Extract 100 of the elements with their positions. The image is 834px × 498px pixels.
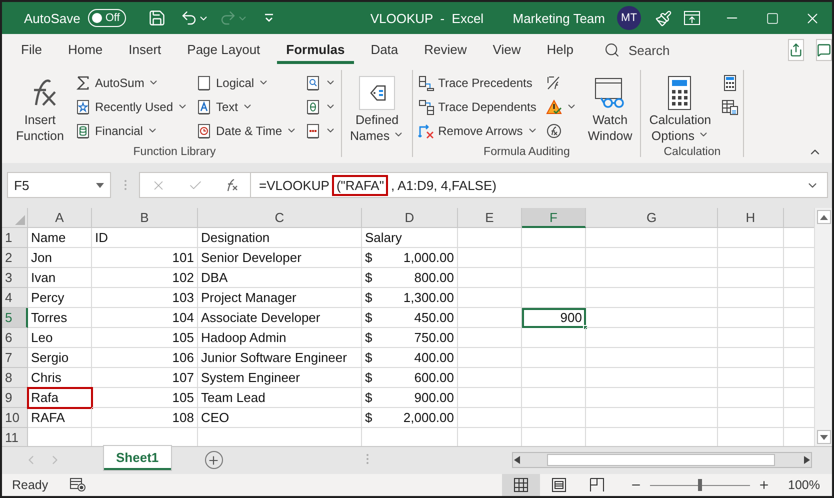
save-icon[interactable] xyxy=(148,9,166,27)
empty-cell xyxy=(718,288,784,308)
customize-icon[interactable] xyxy=(264,13,274,23)
ribbon-tab[interactable]: Home xyxy=(58,36,112,64)
clock-book-icon[interactable] xyxy=(196,122,212,138)
table-cell: CEO xyxy=(198,408,362,428)
remove-arrows-icon[interactable] xyxy=(418,122,434,138)
ribbon-button[interactable]: Calculation Options xyxy=(646,72,714,146)
row-header[interactable]: 2 xyxy=(2,248,28,268)
row-header[interactable]: 3 xyxy=(2,268,28,288)
view-button[interactable] xyxy=(502,474,540,496)
row-header[interactable]: 9 xyxy=(2,388,28,408)
ribbon-button[interactable]: Defined Names xyxy=(347,72,408,146)
letter-book-icon[interactable] xyxy=(196,98,212,114)
table-cell: $ 900.00 xyxy=(362,388,458,408)
ribbon-button[interactable]: Financial xyxy=(74,120,188,141)
empty-cell xyxy=(458,268,522,288)
formula-field[interactable]: =VLOOKUP ("RAFA" , A1:D9, 4,FALSE) xyxy=(251,172,828,198)
column-header[interactable]: B xyxy=(92,208,198,228)
ribbon-button[interactable]: Text xyxy=(196,96,298,117)
scroll-thumb[interactable] xyxy=(546,454,775,466)
sheet-tab[interactable]: Sheet1 xyxy=(104,446,171,470)
show-formulas-icon[interactable] xyxy=(546,74,562,90)
column-header[interactable]: E xyxy=(458,208,522,228)
caret-icon[interactable] xyxy=(96,182,104,188)
ribbon-tab[interactable]: Insert xyxy=(120,36,170,64)
ribbon-tab[interactable]: Help xyxy=(538,36,582,64)
sigma-icon[interactable] xyxy=(74,74,91,90)
row-header[interactable]: 4 xyxy=(2,288,28,308)
row-header[interactable]: 6 xyxy=(2,328,28,348)
column-header[interactable]: H xyxy=(718,208,784,228)
ribbon-button[interactable]: Remove Arrows xyxy=(418,120,538,141)
row-header[interactable]: 5 xyxy=(2,308,28,328)
row-header[interactable]: 1 xyxy=(2,228,28,248)
fill-handle[interactable] xyxy=(583,325,588,330)
empty-cell xyxy=(458,328,522,348)
search-field[interactable]: Search xyxy=(628,42,670,58)
warning-check-icon[interactable] xyxy=(546,98,562,114)
name-box[interactable]: F5 xyxy=(7,172,111,198)
scroll-up-button[interactable] xyxy=(816,210,830,224)
zoom-thumb[interactable] xyxy=(698,479,702,491)
ribbon-tab[interactable]: Page Layout xyxy=(178,36,270,64)
ribbon-button[interactable]: Trace Precedents xyxy=(418,72,538,93)
zoom-in-icon[interactable] xyxy=(758,479,770,491)
column-header[interactable]: C xyxy=(198,208,362,228)
column-header[interactable]: F xyxy=(522,208,586,228)
ribbon-button[interactable]: Trace Dependents xyxy=(418,96,538,117)
table-cell: DBA xyxy=(198,268,362,288)
horizontal-scrollbar[interactable] xyxy=(512,452,812,468)
column-header[interactable]: D xyxy=(362,208,458,228)
right-arrow-icon[interactable] xyxy=(804,456,810,464)
row-header[interactable]: 10 xyxy=(2,408,28,428)
empty-cell xyxy=(458,388,522,408)
column-header[interactable]: A xyxy=(28,208,92,228)
zoom-level[interactable]: 100% xyxy=(788,478,820,492)
empty-cell xyxy=(522,248,586,268)
grip-icon[interactable] xyxy=(124,179,126,191)
autosave-toggle[interactable]: Off xyxy=(88,9,126,27)
table-cell: ID xyxy=(92,228,198,248)
ribbon-tab[interactable]: Formulas xyxy=(277,36,354,64)
ribbon-button[interactable]: Recently Used xyxy=(74,96,188,117)
row-header[interactable]: 11 xyxy=(2,428,28,446)
column-header[interactable]: G xyxy=(586,208,718,228)
star-book-icon[interactable] xyxy=(74,98,91,114)
share-button[interactable] xyxy=(788,39,804,61)
trace-dependents-icon[interactable] xyxy=(418,98,434,114)
ribbon-button[interactable]: Watch Window xyxy=(584,72,636,146)
scroll-down-button[interactable] xyxy=(816,430,830,444)
ribbon-button[interactable]: AutoSum xyxy=(74,72,188,93)
theta-book-icon[interactable] xyxy=(305,98,322,114)
brush-icon[interactable] xyxy=(655,10,672,26)
up-arrow-icon xyxy=(820,214,828,220)
add-sheet-button[interactable] xyxy=(204,451,223,469)
ribbon-tab[interactable]: Data xyxy=(362,36,408,64)
dots-book-icon[interactable] xyxy=(305,122,322,138)
comments-button[interactable] xyxy=(816,39,832,61)
left-arrow-icon[interactable] xyxy=(514,456,520,464)
ribbon-display-icon[interactable] xyxy=(684,11,700,25)
macro-recording-icon[interactable] xyxy=(70,478,86,492)
account-avatar[interactable]: MT xyxy=(617,6,641,30)
ribbon-tab[interactable]: Review xyxy=(415,36,476,64)
ribbon-tab[interactable]: File xyxy=(12,36,51,64)
undo-icon[interactable] xyxy=(180,9,198,27)
ribbon-button[interactable]: Logical xyxy=(196,72,298,93)
ribbon-button[interactable]: Insert Function xyxy=(13,72,67,146)
row-header[interactable]: 7 xyxy=(2,348,28,368)
evaluate-formula-icon[interactable] xyxy=(546,122,562,138)
tag-list-icon[interactable] xyxy=(359,76,396,110)
grip-icon[interactable] xyxy=(366,453,369,465)
coin-book-icon[interactable] xyxy=(74,122,91,138)
trace-precedents-icon[interactable] xyxy=(418,74,434,90)
table-cell: Project Manager xyxy=(198,288,362,308)
empty-cell xyxy=(522,228,586,248)
ribbon-tab[interactable]: View xyxy=(484,36,530,64)
magnifier-book-icon[interactable] xyxy=(305,74,322,90)
row-header[interactable]: 8 xyxy=(2,368,28,388)
maximize-icon[interactable] xyxy=(766,12,778,24)
fx-icon[interactable] xyxy=(225,178,239,192)
search-icon[interactable] xyxy=(604,42,620,58)
ribbon-button[interactable]: Date & Time xyxy=(196,120,298,141)
